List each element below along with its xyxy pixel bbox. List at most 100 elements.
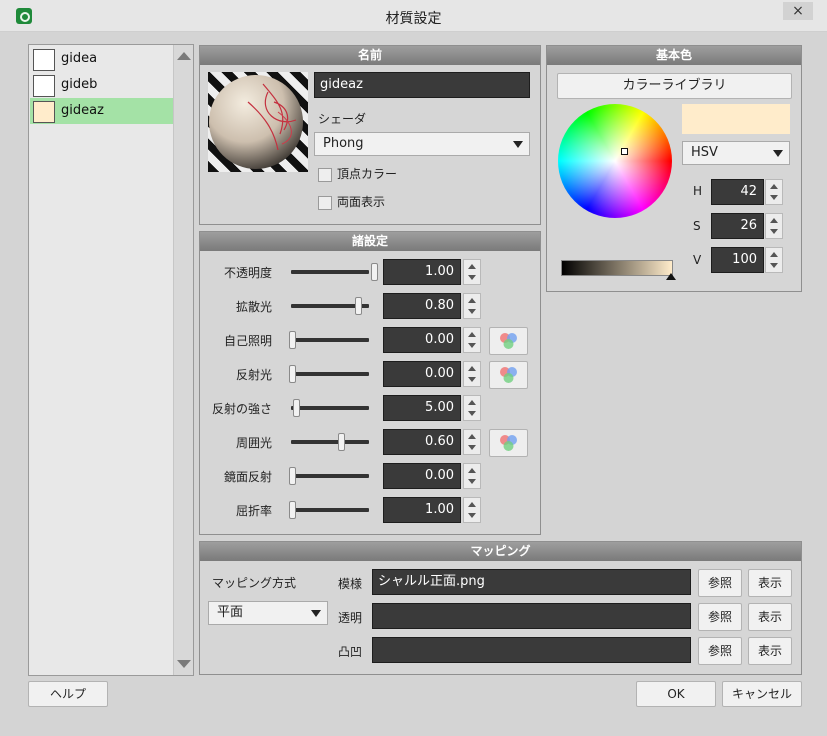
transparency-show-button[interactable]: 表示 — [748, 603, 792, 631]
bump-show-button[interactable]: 表示 — [748, 637, 792, 665]
setting-value-input[interactable]: 5.00 — [383, 395, 461, 421]
setting-spinner[interactable] — [463, 361, 481, 387]
material-name-input[interactable]: gideaz — [314, 72, 530, 98]
list-scrollbar[interactable] — [173, 45, 193, 675]
setting-spinner[interactable] — [463, 429, 481, 455]
setting-spinner[interactable] — [463, 293, 481, 319]
setting-slider[interactable] — [291, 406, 369, 410]
setting-value-input[interactable]: 0.60 — [383, 429, 461, 455]
setting-slider[interactable] — [291, 270, 369, 274]
list-item[interactable]: gidea — [30, 46, 173, 72]
slider-thumb[interactable] — [289, 331, 296, 349]
shader-select[interactable]: Phong — [314, 132, 530, 156]
setting-spinner[interactable] — [463, 497, 481, 523]
base-color-panel: 基本色 カラーライブラリ HSV H 42 S 26 V 100 — [546, 45, 802, 292]
transparency-label: 透明 — [338, 611, 363, 625]
setting-value-input[interactable]: 1.00 — [383, 497, 461, 523]
scroll-up-icon[interactable] — [177, 52, 191, 60]
v-input[interactable]: 100 — [711, 247, 764, 273]
setting-value-input[interactable]: 0.00 — [383, 327, 461, 353]
material-name: gideb — [61, 77, 98, 92]
slider-thumb[interactable] — [289, 501, 296, 519]
setting-spinner[interactable] — [463, 327, 481, 353]
setting-spinner[interactable] — [463, 395, 481, 421]
color-library-button[interactable]: カラーライブラリ — [557, 73, 792, 99]
setting-value-input[interactable]: 0.00 — [383, 361, 461, 387]
color-wheel-marker[interactable] — [621, 148, 628, 155]
rgb-circles-icon — [500, 435, 517, 451]
slider-thumb[interactable] — [293, 399, 300, 417]
s-spinner[interactable] — [765, 213, 783, 239]
slider-thumb[interactable] — [289, 467, 296, 485]
value-gradient-bar[interactable] — [561, 260, 673, 276]
setting-value-input[interactable]: 1.00 — [383, 259, 461, 285]
vertex-color-checkbox[interactable]: 頂点カラー — [318, 166, 397, 182]
material-name: gidea — [61, 51, 98, 66]
help-button[interactable]: ヘルプ — [28, 681, 108, 707]
pattern-browse-button[interactable]: 参照 — [698, 569, 742, 597]
setting-label: 反射の強さ — [211, 402, 272, 416]
settings-panel-header: 諸設定 — [200, 232, 540, 251]
value-marker[interactable] — [666, 273, 676, 280]
setting-label: 拡散光 — [235, 300, 272, 314]
setting-slider[interactable] — [291, 508, 369, 512]
color-wheel[interactable] — [558, 104, 672, 218]
base-color-panel-header: 基本色 — [547, 46, 801, 65]
setting-slider[interactable] — [291, 440, 369, 444]
pattern-show-button[interactable]: 表示 — [748, 569, 792, 597]
mapping-method-select[interactable]: 平面 — [208, 601, 328, 625]
double-sided-label: 両面表示 — [337, 195, 386, 209]
ok-button[interactable]: OK — [636, 681, 716, 707]
chevron-down-icon — [513, 141, 523, 148]
mapping-panel-header: マッピング — [200, 542, 801, 561]
transparency-browse-button[interactable]: 参照 — [698, 603, 742, 631]
color-picker-button[interactable] — [489, 361, 528, 389]
name-panel: 名前 gideaz シェーダ Phong 頂点カラー 両面表示 — [199, 45, 541, 225]
shader-select-value: Phong — [323, 136, 364, 151]
slider-thumb[interactable] — [338, 433, 345, 451]
material-preview — [208, 72, 308, 172]
material-name: gideaz — [61, 103, 104, 118]
bump-file-input[interactable] — [372, 637, 691, 663]
setting-slider[interactable] — [291, 474, 369, 478]
list-item[interactable]: gideb — [30, 72, 173, 98]
scroll-down-icon[interactable] — [177, 660, 191, 668]
mapping-method-value: 平面 — [217, 605, 244, 620]
rgb-circles-icon — [500, 367, 517, 383]
v-spinner[interactable] — [765, 247, 783, 273]
cancel-button[interactable]: キャンセル — [722, 681, 802, 707]
setting-spinner[interactable] — [463, 463, 481, 489]
chevron-down-icon — [311, 610, 321, 617]
mapping-method-label: マッピング方式 — [212, 576, 297, 590]
slider-thumb[interactable] — [289, 365, 296, 383]
setting-value-input[interactable]: 0.80 — [383, 293, 461, 319]
title-bar: 材質設定 × — [0, 0, 827, 32]
color-swatch — [682, 104, 790, 134]
setting-slider[interactable] — [291, 372, 369, 376]
h-label: H — [693, 184, 703, 198]
v-label: V — [693, 253, 702, 267]
setting-slider[interactable] — [291, 338, 369, 342]
setting-label: 反射光 — [235, 368, 272, 382]
setting-label: 鏡面反射 — [223, 470, 272, 484]
color-mode-value: HSV — [691, 145, 718, 160]
double-sided-checkbox[interactable]: 両面表示 — [318, 194, 385, 210]
slider-thumb[interactable] — [371, 263, 378, 281]
material-color-swatch — [33, 75, 55, 97]
bump-browse-button[interactable]: 参照 — [698, 637, 742, 665]
shader-label: シェーダ — [318, 112, 367, 126]
color-mode-select[interactable]: HSV — [682, 141, 790, 165]
transparency-file-input[interactable] — [372, 603, 691, 629]
s-input[interactable]: 26 — [711, 213, 764, 239]
h-spinner[interactable] — [765, 179, 783, 205]
color-picker-button[interactable] — [489, 429, 528, 457]
window-title: 材質設定 — [385, 11, 442, 27]
list-item[interactable]: gideaz — [30, 98, 173, 124]
slider-thumb[interactable] — [355, 297, 362, 315]
setting-spinner[interactable] — [463, 259, 481, 285]
pattern-file-input[interactable]: シャルル正面.png — [372, 569, 691, 595]
setting-value-input[interactable]: 0.00 — [383, 463, 461, 489]
close-button[interactable]: × — [783, 2, 813, 20]
color-picker-button[interactable] — [489, 327, 528, 355]
h-input[interactable]: 42 — [711, 179, 764, 205]
